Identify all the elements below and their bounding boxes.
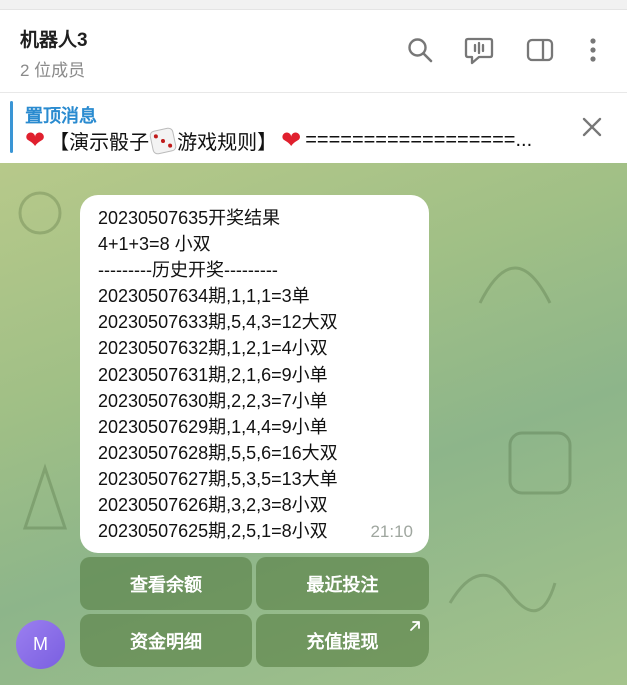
window-top-strip <box>0 0 627 10</box>
pinned-title: 置顶消息 <box>25 106 97 126</box>
avatar[interactable]: M <box>16 620 65 669</box>
doodle-shape <box>22 463 68 530</box>
message-time: 21:10 <box>370 521 413 541</box>
message-line: 20230507626期,3,2,3=8小双 <box>98 495 328 516</box>
keyboard-button-recent-bets[interactable]: 最近投注 <box>256 557 429 610</box>
message-line: 20230507627期,5,3,5=13大单 <box>98 468 338 489</box>
red-heart-icon: ❤ <box>25 127 46 154</box>
keyboard-button-label: 资金明细 <box>130 631 202 652</box>
message-line: 20230507630期,2,2,3=7小单 <box>98 390 328 411</box>
message-line: 4+1+3=8 小双 <box>98 234 211 255</box>
keyboard-button-balance[interactable]: 查看余额 <box>80 557 252 610</box>
pinned-text-a: 【演示骰子 <box>49 132 150 154</box>
message-line: 20230507629期,1,4,4=9小单 <box>98 416 328 437</box>
keyboard-button-deposit-withdraw[interactable]: 充值提现 <box>256 614 429 667</box>
message-line: 20230507633期,5,4,3=12大双 <box>98 312 338 333</box>
keyboard-button-label: 充值提现 <box>306 631 379 652</box>
message-line: 20230507632期,1,2,1=4小双 <box>98 338 328 359</box>
keyboard-button-fund-details[interactable]: 资金明细 <box>80 614 252 667</box>
red-heart-icon: ❤ <box>281 127 302 154</box>
voice-chat-icon[interactable] <box>463 34 495 66</box>
pinned-text-b: 游戏规则】 <box>177 132 278 154</box>
pinned-message-bar[interactable]: 置顶消息 ❤ 【演示骰子 游戏规则】 ❤ ==================.… <box>0 93 627 163</box>
dice-icon <box>148 126 178 155</box>
search-icon[interactable] <box>404 34 436 66</box>
pin-accent-bar <box>10 101 13 153</box>
member-count: 2 位成员 <box>20 61 86 80</box>
message-line: 20230507634期,1,1,1=3单 <box>98 286 310 307</box>
pinned-text-c: ==================... <box>305 129 533 151</box>
doodle-shape <box>478 266 552 304</box>
message-line: 20230507631期,2,1,6=9小单 <box>98 364 328 385</box>
doodle-shape <box>18 191 62 235</box>
message-bubble: 20230507635开奖结果 4+1+3=8 小双 ---------历史开奖… <box>80 195 429 553</box>
message-line: 20230507635开奖结果 <box>98 208 281 228</box>
external-arrow-icon <box>410 621 420 631</box>
chat-header: 机器人3 2 位成员 <box>0 10 627 93</box>
message-line: ---------历史开奖--------- <box>98 260 278 281</box>
doodle-shape <box>448 573 557 613</box>
keyboard-button-label: 最近投注 <box>306 574 379 595</box>
message-line: 20230507628期,5,5,6=16大双 <box>98 442 338 463</box>
pinned-text: ❤ 【演示骰子 游戏规则】 ❤ ==================... <box>25 126 545 155</box>
doodle-shape <box>508 431 572 495</box>
keyboard-button-label: 查看余额 <box>130 574 202 595</box>
message-line: 20230507625期,2,5,1=8小双 <box>98 521 328 542</box>
chat-title[interactable]: 机器人3 <box>20 25 88 52</box>
close-icon[interactable] <box>578 113 606 141</box>
sidebar-toggle-icon[interactable] <box>524 34 556 66</box>
more-vertical-icon[interactable] <box>577 34 609 66</box>
